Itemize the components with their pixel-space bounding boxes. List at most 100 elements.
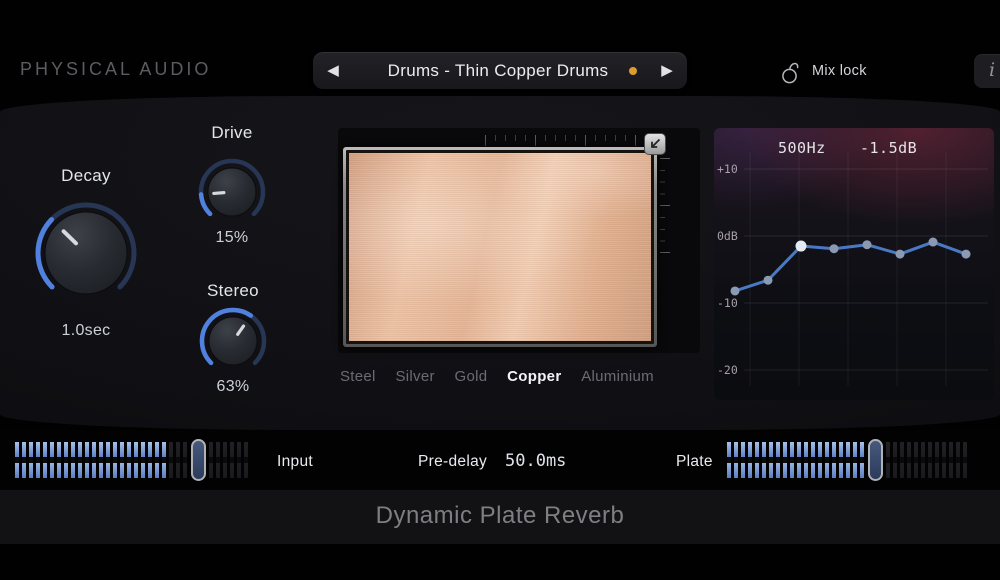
eq-panel[interactable]: +10 0dB -10 -20 500Hz -1.5dB (714, 128, 994, 400)
meter-segment (209, 442, 213, 478)
meter-segment (148, 442, 152, 478)
mix-lock-label: Mix lock (812, 63, 867, 79)
drive-knob[interactable] (197, 157, 267, 232)
preset-prev-icon[interactable]: ◀ (313, 52, 353, 89)
meter-segment (832, 442, 836, 478)
meter-segment (893, 442, 897, 478)
meter-segment (811, 442, 815, 478)
material-option-steel[interactable]: Steel (340, 368, 376, 385)
input-gain-slider[interactable] (15, 439, 251, 481)
meter-segment (846, 442, 850, 478)
svg-text:-20: -20 (717, 363, 738, 377)
drive-value: 15% (177, 229, 287, 247)
meter-segment (741, 442, 745, 478)
meter-segment (120, 442, 124, 478)
preset-bar[interactable]: ◀ Drums - Thin Copper Drums ▶ (313, 52, 687, 89)
plate-resize-button[interactable] (644, 133, 666, 155)
svg-text:-10: -10 (717, 296, 738, 310)
svg-text:+10: +10 (717, 162, 738, 176)
meter-segment (113, 442, 117, 478)
meter-segment (762, 442, 766, 478)
meter-segment (963, 442, 967, 478)
meter-segment (223, 442, 227, 478)
title-bar: Dynamic Plate Reverb (0, 490, 1000, 544)
plate-view[interactable] (338, 128, 700, 353)
copper-plate-image (349, 153, 651, 341)
resize-arrow-icon (645, 141, 665, 158)
info-icon: i (989, 59, 995, 81)
meter-segment (43, 442, 47, 478)
meter-segment (825, 442, 829, 478)
meter-segment (230, 442, 234, 478)
meter-segment (216, 442, 220, 478)
plate-label: Plate (676, 453, 713, 471)
material-selector: Steel Silver Gold Copper Aluminium (340, 368, 654, 385)
main-panel: Decay 1.0sec Drive 15% Stereo 63% (0, 96, 1000, 430)
meter-segment (797, 442, 801, 478)
meter-segment (790, 442, 794, 478)
mix-lock-toggle[interactable]: Mix lock (781, 55, 867, 87)
meter-segment (804, 442, 808, 478)
decay-label: Decay (31, 166, 141, 186)
meter-segment (50, 442, 54, 478)
decay-knob[interactable] (34, 201, 138, 310)
plate-meter-handle[interactable] (868, 439, 883, 481)
meter-segment (748, 442, 752, 478)
meter-segment (85, 442, 89, 478)
meter-segment (886, 442, 890, 478)
eq-plot[interactable]: +10 0dB -10 -20 (714, 128, 994, 400)
meter-segment (755, 442, 759, 478)
meter-segment (134, 442, 138, 478)
plate-ruler-horizontal (485, 135, 637, 146)
stereo-label: Stereo (178, 281, 288, 301)
drive-label: Drive (177, 123, 287, 143)
eq-freq-readout: 500Hz (778, 139, 826, 157)
meter-segment (57, 442, 61, 478)
meter-segment (155, 442, 159, 478)
material-option-copper[interactable]: Copper (507, 368, 561, 385)
meter-segment (776, 442, 780, 478)
meter-segment (900, 442, 904, 478)
meter-segment (237, 442, 241, 478)
meter-segment (853, 442, 857, 478)
meter-segment (36, 442, 40, 478)
meter-segment (127, 442, 131, 478)
meter-segment (162, 442, 166, 478)
plugin-window: PHYSICAL AUDIO ◀ Drums - Thin Copper Dru… (0, 0, 1000, 580)
decay-value: 1.0sec (31, 322, 141, 340)
meter-segment (92, 442, 96, 478)
preset-next-icon[interactable]: ▶ (647, 52, 687, 89)
meter-segment (71, 442, 75, 478)
stereo-knob[interactable] (198, 306, 268, 381)
stereo-value: 63% (178, 378, 288, 396)
eq-gain-readout: -1.5dB (860, 139, 917, 157)
meter-segment (106, 442, 110, 478)
preset-name[interactable]: Drums - Thin Copper Drums (353, 61, 625, 81)
meter-segment (935, 442, 939, 478)
meter-segment (956, 442, 960, 478)
predelay-value[interactable]: 50.0ms (505, 451, 566, 471)
meter-segment (99, 442, 103, 478)
meter-segment (734, 442, 738, 478)
meter-segment (29, 442, 33, 478)
meter-segment (769, 442, 773, 478)
input-meter-handle[interactable] (191, 439, 206, 481)
meter-segment (22, 442, 26, 478)
meter-segment (860, 442, 864, 478)
meter-segment (727, 442, 731, 478)
material-option-gold[interactable]: Gold (455, 368, 488, 385)
meter-segment (783, 442, 787, 478)
svg-text:0dB: 0dB (717, 229, 738, 243)
plugin-title: Dynamic Plate Reverb (0, 490, 1000, 542)
material-option-silver[interactable]: Silver (395, 368, 434, 385)
plate-ruler-vertical (660, 158, 670, 253)
meter-segment (64, 442, 68, 478)
meter-segment (839, 442, 843, 478)
plate-gain-slider[interactable] (727, 439, 970, 481)
meter-segment (15, 442, 19, 478)
meter-segment (176, 442, 180, 478)
meter-segment (942, 442, 946, 478)
preset-modified-dot (629, 67, 637, 75)
info-button[interactable]: i (974, 54, 1000, 88)
material-option-aluminium[interactable]: Aluminium (581, 368, 654, 385)
